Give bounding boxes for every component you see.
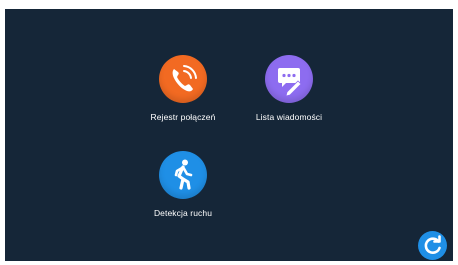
message-list-label: Lista wiadomości [255, 112, 323, 122]
message-edit-icon [265, 55, 313, 103]
message-list-button[interactable]: Lista wiadomości [234, 55, 344, 122]
call-log-button[interactable]: Rejestr połączeń [128, 55, 238, 122]
back-button[interactable] [418, 231, 447, 260]
motion-detection-button[interactable]: Detekcja ruchu [128, 151, 238, 218]
phone-icon [159, 55, 207, 103]
walking-person-icon [159, 151, 207, 199]
refresh-back-icon [424, 235, 441, 254]
main-menu-screen: Rejestr połączeń Lista wiadomości Detekc… [5, 9, 453, 261]
motion-detection-label: Detekcja ruchu [153, 208, 213, 218]
call-log-label: Rejestr połączeń [150, 112, 216, 122]
